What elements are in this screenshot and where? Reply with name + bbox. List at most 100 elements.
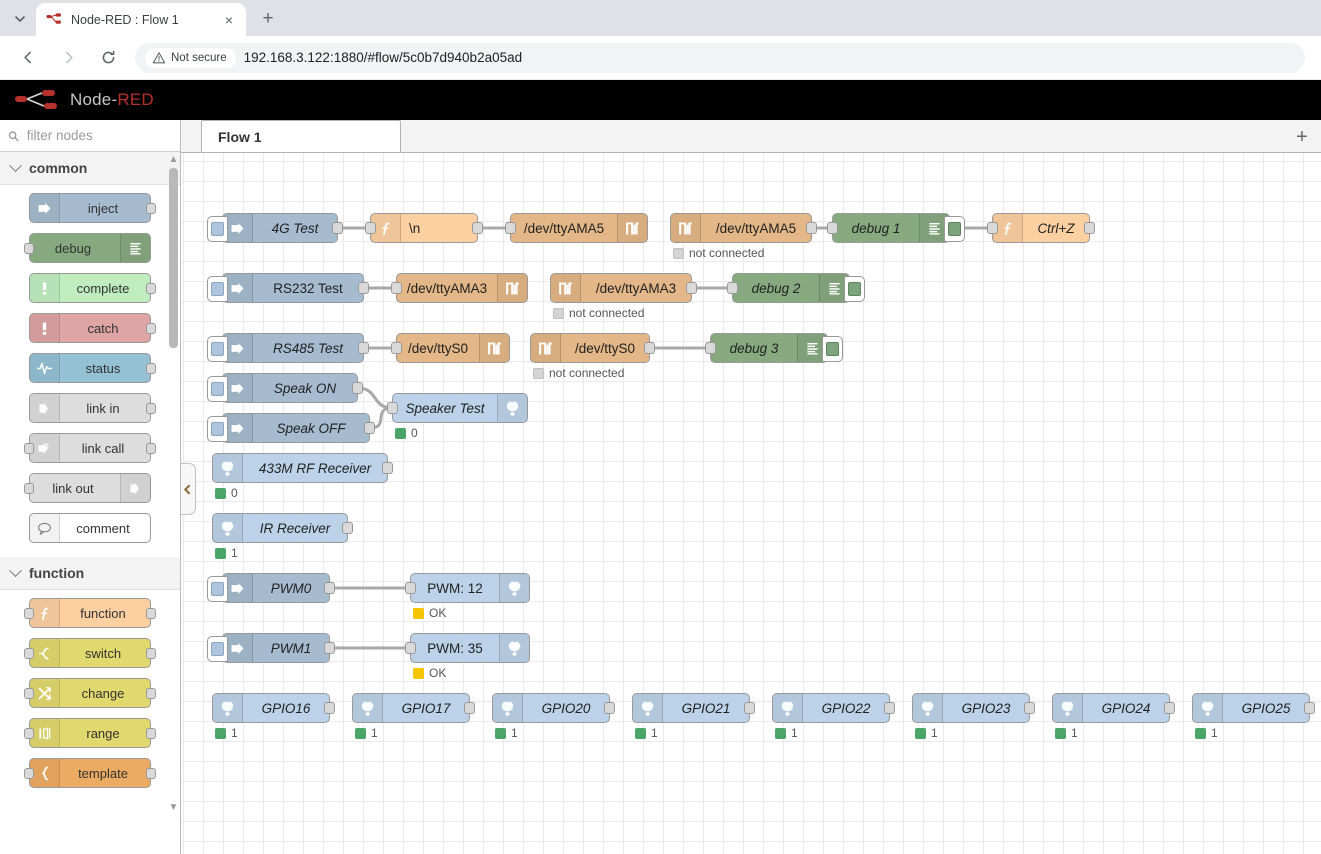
flow-node-gpio16[interactable]: GPIO161	[212, 693, 330, 723]
flow-node-ctrl-z[interactable]: Ctrl+Z	[992, 213, 1090, 243]
flow-node-port-out[interactable]	[744, 702, 755, 714]
flow-node-speak-off[interactable]: Speak OFF	[222, 413, 370, 443]
reload-button[interactable]	[93, 43, 123, 73]
palette-node-port-out[interactable]	[146, 203, 156, 214]
address-bar[interactable]: Not secure 192.168.3.122:1880/#flow/5c0b…	[135, 43, 1305, 73]
flow-node-port-in[interactable]	[405, 642, 416, 654]
inject-trigger-button[interactable]	[207, 216, 228, 242]
flow-node-port-out[interactable]	[472, 222, 483, 234]
palette-node-port-in[interactable]	[24, 243, 34, 254]
palette-search-row[interactable]	[0, 120, 180, 152]
flow-canvas[interactable]: 4G Test \n/dev/ttyAMA5/dev/ttyAMA5not con…	[181, 153, 1321, 854]
palette-node-port-in[interactable]	[24, 443, 34, 454]
flow-node-port-out[interactable]	[324, 702, 335, 714]
flow-node-gpio21[interactable]: GPIO211	[632, 693, 750, 723]
inject-trigger-button[interactable]	[207, 576, 228, 602]
flow-node-pwm-35[interactable]: PWM: 35OK	[410, 633, 530, 663]
new-tab-button[interactable]: +	[254, 5, 282, 33]
palette-node-port-out[interactable]	[146, 363, 156, 374]
flow-node-debug-1[interactable]: debug 1	[832, 213, 950, 243]
flow-node-port-in[interactable]	[987, 222, 998, 234]
palette-node-port-out[interactable]	[146, 688, 156, 699]
palette-node-change[interactable]: change	[29, 678, 151, 708]
flow-node-port-out[interactable]	[1164, 702, 1175, 714]
palette-node-port-in[interactable]	[24, 483, 34, 494]
flow-node-debug-2[interactable]: debug 2	[732, 273, 850, 303]
flow-node-port-out[interactable]	[364, 422, 375, 434]
browser-tab-active[interactable]: Node-RED : Flow 1 ×	[36, 3, 246, 36]
palette-category-common[interactable]: common	[0, 152, 180, 185]
flow-node-port-in[interactable]	[827, 222, 838, 234]
flow-node-port-out[interactable]	[324, 642, 335, 654]
flow-node-debug-3[interactable]: debug 3	[710, 333, 828, 363]
debug-enable-toggle[interactable]	[844, 276, 865, 302]
flow-node-port-in[interactable]	[505, 222, 516, 234]
palette-node-inject[interactable]: inject	[29, 193, 151, 223]
forward-button[interactable]	[53, 43, 83, 73]
palette-node-port-in[interactable]	[24, 648, 34, 659]
close-icon[interactable]: ×	[220, 11, 238, 29]
flow-node-pwm1[interactable]: PWM1	[222, 633, 330, 663]
flow-node-dev-ttyama5[interactable]: /dev/ttyAMA5	[510, 213, 648, 243]
palette-node-port-out[interactable]	[146, 283, 156, 294]
flow-node-port-in[interactable]	[705, 342, 716, 354]
flow-node-port-in[interactable]	[391, 342, 402, 354]
palette-node-comment[interactable]: comment	[29, 513, 151, 543]
flow-node-port-out[interactable]	[324, 582, 335, 594]
palette-node-status[interactable]: status	[29, 353, 151, 383]
flow-node-port-out[interactable]	[352, 382, 363, 394]
palette-node-switch[interactable]: switch	[29, 638, 151, 668]
flow-node-port-out[interactable]	[342, 522, 353, 534]
flow-node-port-out[interactable]	[382, 462, 393, 474]
tab-flow-1[interactable]: Flow 1	[201, 120, 401, 152]
palette-node-catch[interactable]: catch	[29, 313, 151, 343]
flow-node-dev-ttyama3[interactable]: /dev/ttyAMA3not connected	[550, 273, 692, 303]
palette-node-port-out[interactable]	[146, 608, 156, 619]
palette-node-debug[interactable]: debug	[29, 233, 151, 263]
flow-node-ir-receiver[interactable]: IR Receiver1	[212, 513, 348, 543]
add-flow-button[interactable]: +	[1291, 126, 1313, 148]
tab-search-dropdown-icon[interactable]	[6, 5, 34, 33]
palette-node-link-call[interactable]: link call	[29, 433, 151, 463]
flow-node-port-in[interactable]	[727, 282, 738, 294]
flow-node-dev-ttys0[interactable]: /dev/ttyS0not connected	[530, 333, 650, 363]
flow-node-433m-rf-receiver[interactable]: 433M RF Receiver0	[212, 453, 388, 483]
security-status-badge[interactable]: Not secure	[145, 48, 236, 68]
palette-node-template[interactable]: template	[29, 758, 151, 788]
inject-trigger-button[interactable]	[207, 376, 228, 402]
flow-node-port-in[interactable]	[365, 222, 376, 234]
flow-node-port-in[interactable]	[387, 402, 398, 414]
flow-node-port-out[interactable]	[358, 282, 369, 294]
debug-enable-toggle[interactable]	[822, 336, 843, 362]
inject-trigger-button[interactable]	[207, 416, 228, 442]
flow-node-rs232-test[interactable]: RS232 Test	[222, 273, 364, 303]
palette-node-port-in[interactable]	[24, 768, 34, 779]
flow-node-4g-test[interactable]: 4G Test	[222, 213, 338, 243]
palette-node-port-out[interactable]	[146, 443, 156, 454]
flow-node-port-out[interactable]	[884, 702, 895, 714]
flow-node-port-out[interactable]	[1024, 702, 1035, 714]
flow-node-port-out[interactable]	[604, 702, 615, 714]
palette-collapse-handle[interactable]	[181, 463, 196, 515]
flow-node-port-out[interactable]	[358, 342, 369, 354]
flow-node-n[interactable]: \n	[370, 213, 478, 243]
palette-node-port-out[interactable]	[146, 403, 156, 414]
flow-node-speak-on[interactable]: Speak ON	[222, 373, 358, 403]
flow-node-gpio20[interactable]: GPIO201	[492, 693, 610, 723]
back-button[interactable]	[13, 43, 43, 73]
palette-node-port-out[interactable]	[146, 323, 156, 334]
palette-node-port-out[interactable]	[146, 728, 156, 739]
flow-node-pwm0[interactable]: PWM0	[222, 573, 330, 603]
flow-node-dev-ttyama5[interactable]: /dev/ttyAMA5not connected	[670, 213, 812, 243]
palette-node-link-out[interactable]: link out	[29, 473, 151, 503]
palette-node-link-in[interactable]: link in	[29, 393, 151, 423]
flow-node-gpio24[interactable]: GPIO241	[1052, 693, 1170, 723]
palette-node-port-out[interactable]	[146, 768, 156, 779]
flow-node-port-in[interactable]	[391, 282, 402, 294]
palette-search-input[interactable]	[25, 127, 172, 144]
flow-node-dev-ttyama3[interactable]: /dev/ttyAMA3	[396, 273, 528, 303]
palette-node-port-in[interactable]	[24, 688, 34, 699]
palette-scrollbar-thumb[interactable]	[169, 168, 178, 348]
inject-trigger-button[interactable]	[207, 276, 228, 302]
palette-node-port-in[interactable]	[24, 608, 34, 619]
